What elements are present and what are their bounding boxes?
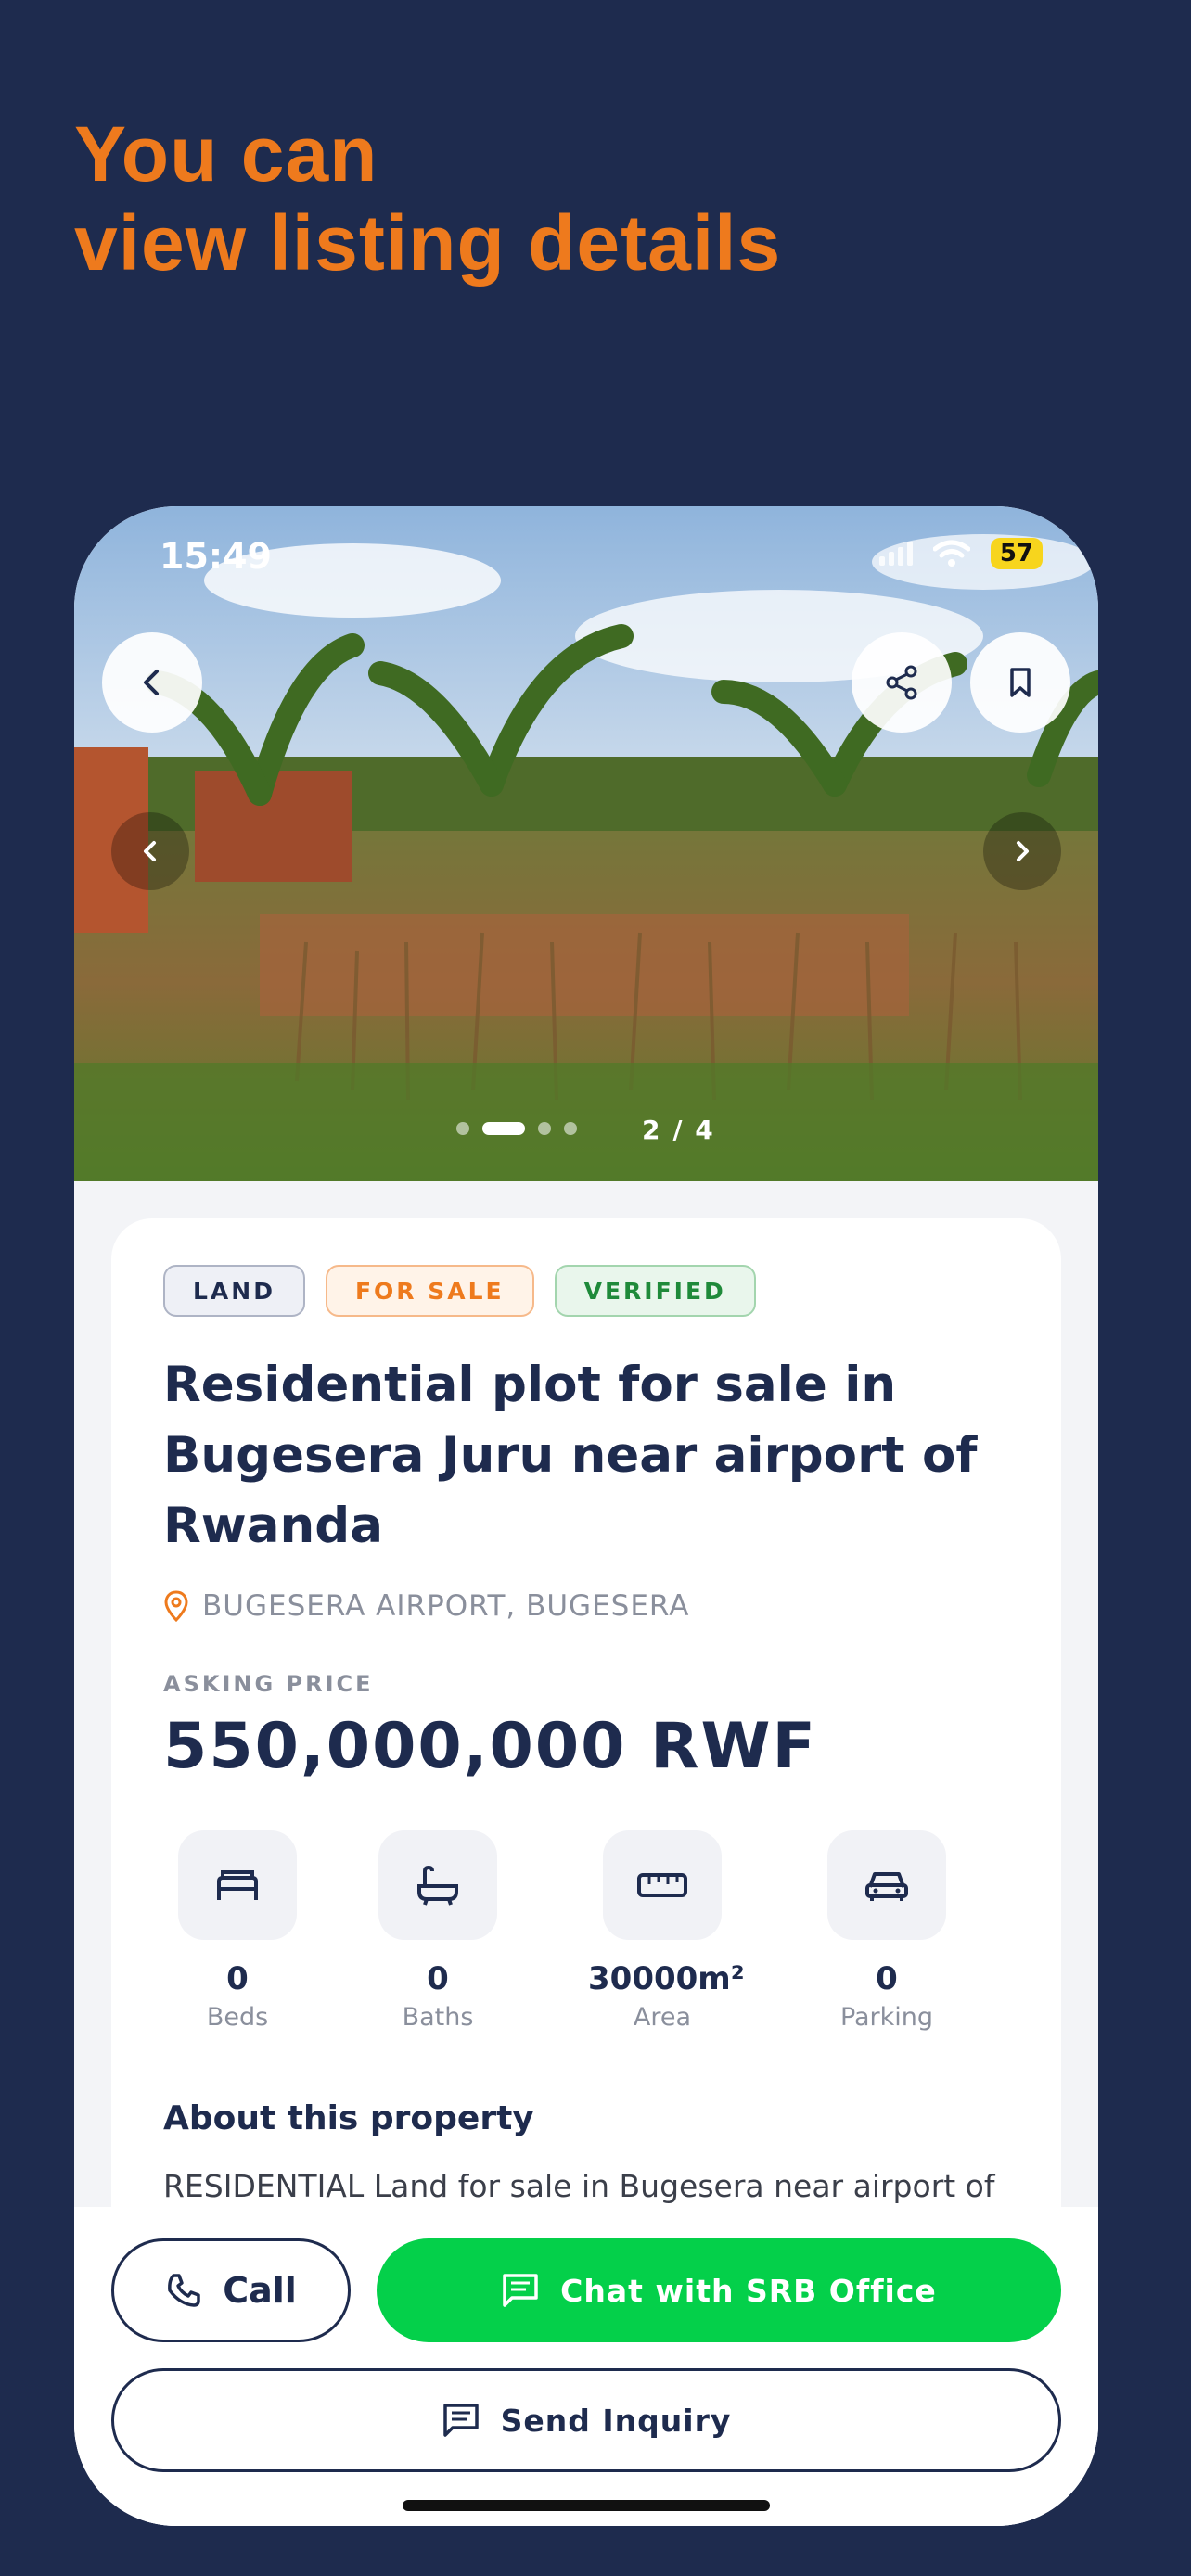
stat-icon-box: [603, 1830, 722, 1940]
phone-screen: 15:49 57 2 / 4 LAND FOR SALE VERIFIED Re…: [74, 506, 1098, 2526]
status-bar: 15:49 57: [74, 506, 1098, 608]
location-pin-icon: [164, 1590, 188, 1622]
headline-line-2: view listing details: [74, 199, 782, 287]
stat-label: Parking: [839, 2003, 934, 2032]
stat-icon-box: [827, 1830, 946, 1940]
stat-value: 0: [427, 1960, 449, 1997]
message-icon: [442, 2404, 479, 2437]
status-time: 15:49: [160, 536, 272, 577]
ruler-icon: [637, 1873, 687, 1897]
car-icon: [865, 1872, 908, 1901]
pagination-dot[interactable]: [538, 1122, 551, 1135]
stat-area: 30000m² Area: [588, 1830, 745, 2032]
back-button[interactable]: [102, 632, 202, 733]
stat-value: 30000m²: [588, 1960, 745, 1997]
stat-label: Baths: [402, 2003, 474, 2032]
listing-photo-gallery[interactable]: 15:49 57 2 / 4: [74, 506, 1098, 1181]
photo-counter: 2 / 4: [642, 1115, 715, 1145]
previous-photo-button[interactable]: [111, 812, 189, 890]
bed-icon: [217, 1870, 258, 1900]
asking-price: 550,000,000 RWF: [163, 1710, 817, 1783]
pagination-dot[interactable]: [456, 1122, 469, 1135]
chat-button[interactable]: Chat with SRB Office: [377, 2238, 1061, 2342]
send-inquiry-button[interactable]: Send Inquiry: [111, 2368, 1061, 2472]
location-text: BUGESERA AIRPORT, BUGESERA: [202, 1589, 690, 1623]
share-button[interactable]: [852, 632, 952, 733]
chat-button-label: Chat with SRB Office: [560, 2272, 937, 2309]
wifi-icon: [932, 540, 970, 567]
about-section-title: About this property: [163, 2099, 534, 2137]
stat-baths: 0 Baths: [364, 1830, 512, 2032]
headline-line-1: You can: [74, 110, 378, 198]
stat-icon-box: [378, 1830, 497, 1940]
property-type-tag: LAND: [163, 1265, 305, 1317]
next-photo-button[interactable]: [983, 812, 1061, 890]
phone-icon: [168, 2274, 200, 2307]
send-inquiry-label: Send Inquiry: [500, 2402, 732, 2439]
stat-value: 0: [876, 1960, 898, 1997]
marketing-headline: You can view listing details: [74, 109, 781, 287]
battery-indicator: 57: [990, 538, 1043, 569]
call-button-label: Call: [223, 2270, 297, 2311]
listing-details-card: LAND FOR SALE VERIFIED Residential plot …: [111, 1218, 1061, 2331]
stat-value: 0: [226, 1960, 249, 1997]
price-label: ASKING PRICE: [163, 1671, 374, 1697]
verified-tag: VERIFIED: [554, 1265, 756, 1317]
stat-beds: 0 Beds: [163, 1830, 312, 2032]
stat-icon-box: [178, 1830, 297, 1940]
bookmark-button[interactable]: [970, 632, 1070, 733]
chevron-left-icon: [144, 841, 156, 861]
status-icons: 57: [878, 538, 1043, 569]
action-bar: Call Chat with SRB Office Send Inquiry: [74, 2207, 1098, 2526]
bookmark-icon: [1010, 668, 1031, 697]
share-icon: [886, 665, 917, 700]
stat-label: Beds: [206, 2003, 269, 2032]
bathtub-icon: [417, 1865, 458, 1906]
chevron-right-icon: [1017, 841, 1029, 861]
stat-label: Area: [633, 2003, 692, 2032]
listing-title: Residential plot for sale in Bugesera Ju…: [163, 1357, 978, 1554]
listing-status-tag: FOR SALE: [325, 1265, 534, 1317]
pagination-dot-active[interactable]: [482, 1122, 525, 1135]
property-stats: 0 Beds 0 Baths 30000m² Area 0 Parking: [163, 1830, 1009, 2034]
listing-tags: LAND FOR SALE VERIFIED: [163, 1265, 756, 1317]
chat-icon: [503, 2274, 538, 2307]
home-indicator[interactable]: [403, 2500, 770, 2511]
listing-location: BUGESERA AIRPORT, BUGESERA: [163, 1589, 689, 1623]
photo-pagination-dots: [456, 1122, 577, 1135]
pagination-dot[interactable]: [564, 1122, 577, 1135]
stat-parking: 0 Parking: [813, 1830, 961, 2032]
chevron-left-icon: [144, 670, 159, 695]
cellular-signal-icon: [878, 542, 913, 566]
call-button[interactable]: Call: [111, 2238, 351, 2342]
